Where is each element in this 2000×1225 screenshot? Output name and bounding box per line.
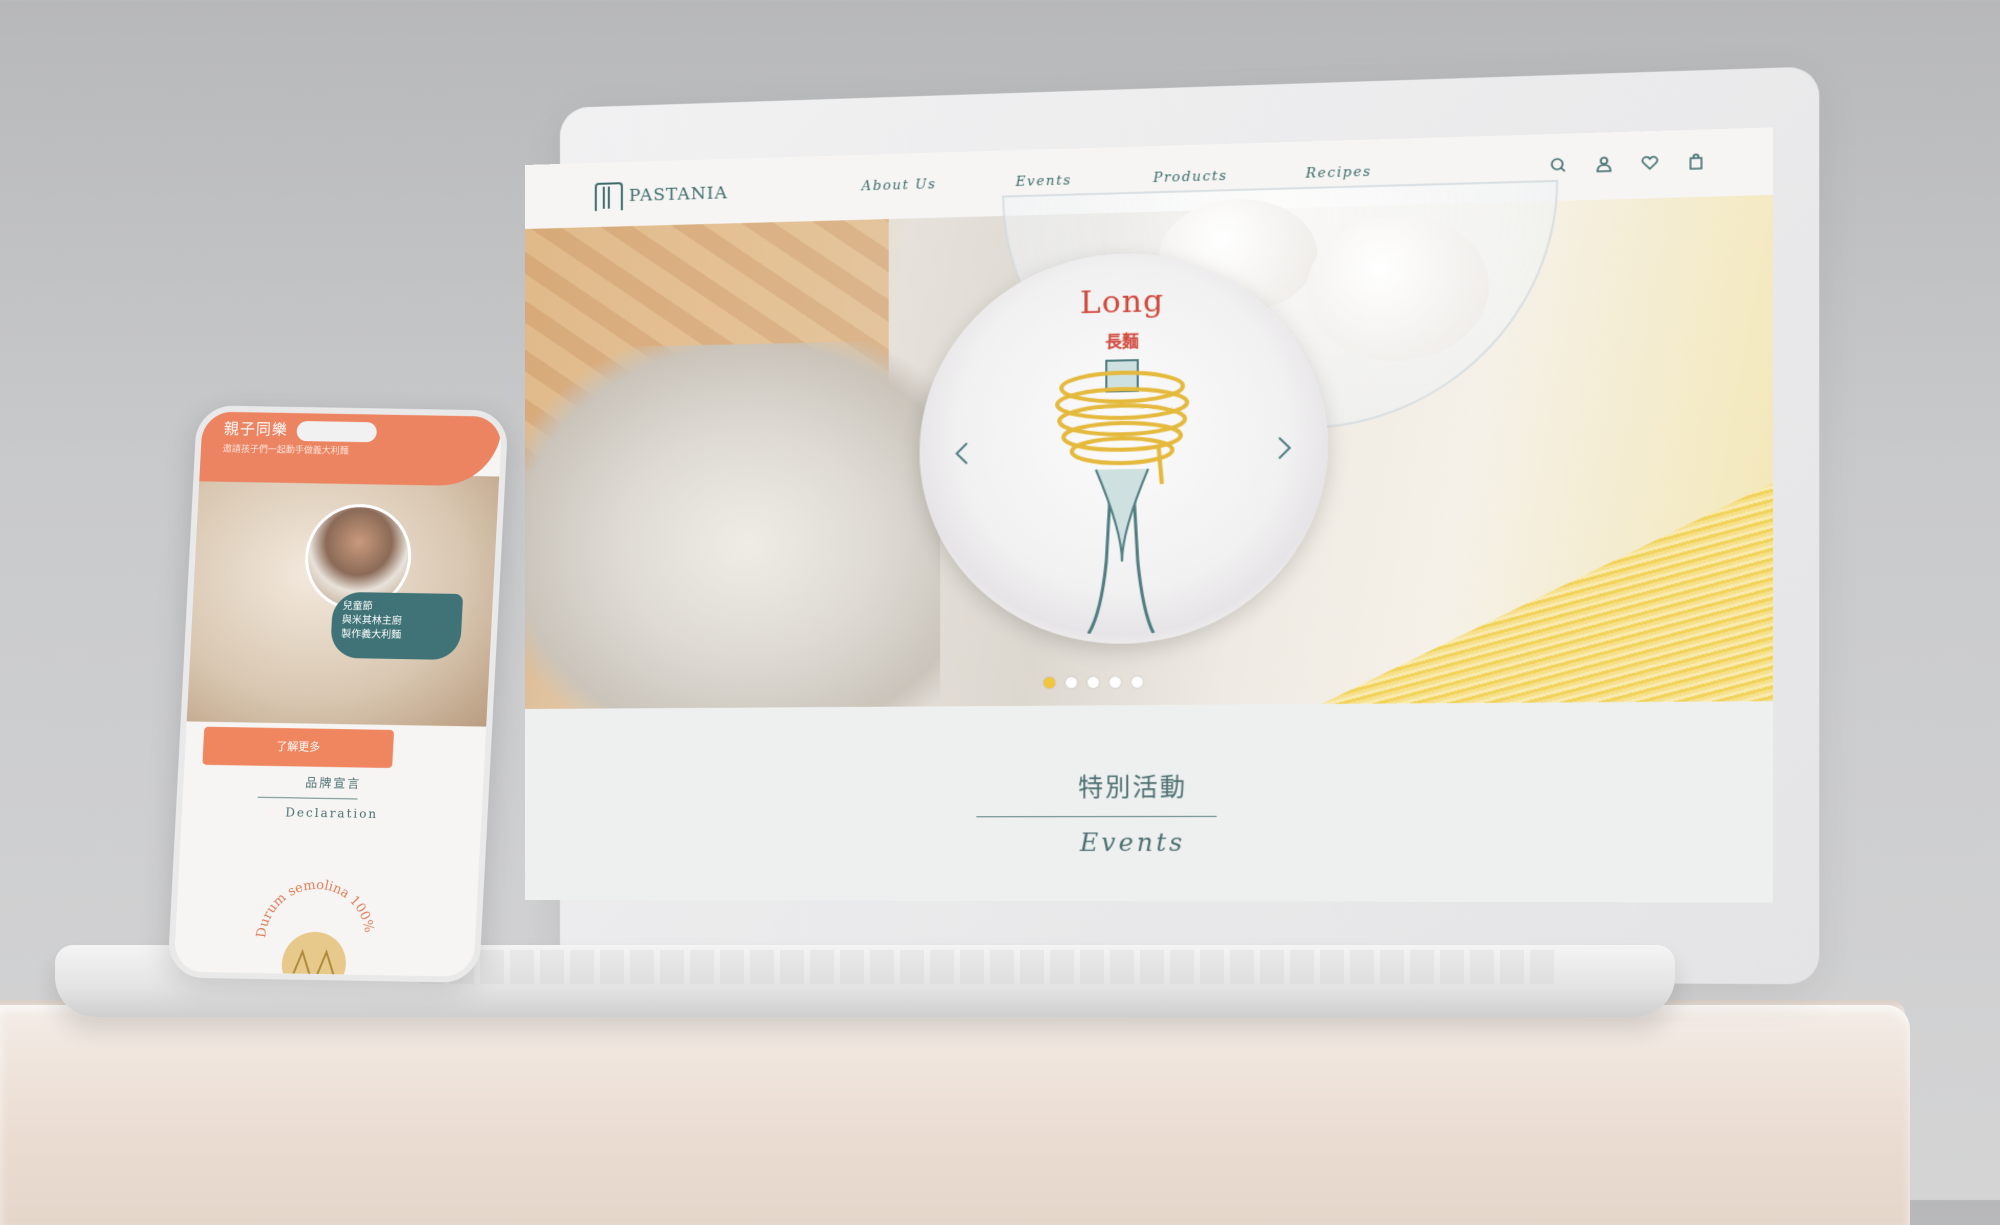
laptop-keyboard xyxy=(420,950,1560,984)
pedestal xyxy=(0,1005,1910,1225)
brand-name: PASTANIA xyxy=(628,183,729,207)
declaration-heading-zh: 品牌宣言 xyxy=(304,775,362,791)
heart-icon[interactable] xyxy=(1639,152,1661,174)
phone-notch xyxy=(296,420,378,443)
hero-carousel: Long 長麵 xyxy=(525,179,1774,710)
carousel-dot[interactable] xyxy=(1087,676,1099,689)
hero-subtitle: 長麵 xyxy=(1105,331,1139,352)
nav-recipes[interactable]: Recipes xyxy=(1264,163,1413,183)
mobile-carousel-dot[interactable] xyxy=(285,731,294,739)
search-icon[interactable] xyxy=(1547,154,1569,176)
mobile-device: 兒童節 與米其林主廚 製作義大利麵 了解更多 親子同樂 邀請孩子們一起動手做義大… xyxy=(167,405,509,983)
events-section: 特別活動 Events xyxy=(525,701,1774,903)
nav-about-us[interactable]: About Us xyxy=(827,176,971,195)
events-heading-en: Events xyxy=(1079,828,1186,858)
declaration-divider xyxy=(257,796,358,800)
badge-text: Durum semolina 100% xyxy=(254,877,379,941)
events-divider xyxy=(976,815,1217,818)
carousel-next-arrow-icon[interactable] xyxy=(1271,435,1296,460)
nav-products[interactable]: Products xyxy=(1117,168,1264,188)
mobile-header: 親子同樂 邀請孩子們一起動手做義大利麵 xyxy=(199,411,503,487)
fork-spaghetti-icon xyxy=(1049,355,1196,634)
nav-events[interactable]: Events xyxy=(971,172,1117,192)
hero-title: Long xyxy=(1079,283,1165,322)
carousel-dot[interactable] xyxy=(1043,677,1056,689)
events-heading-zh: 特別活動 xyxy=(1078,772,1188,802)
svg-text:Durum semolina 100%: Durum semolina 100% xyxy=(254,877,379,941)
carousel-prev-arrow-icon[interactable] xyxy=(950,441,975,466)
mobile-carousel-dots xyxy=(285,731,309,739)
brand-logo[interactable]: PASTANIA xyxy=(594,179,729,212)
declaration-heading-en: Declaration xyxy=(284,805,379,821)
durum-semolina-badge-icon: Durum semolina 100% xyxy=(254,877,379,977)
header-icons xyxy=(1547,150,1707,176)
carousel-dot[interactable] xyxy=(1131,676,1143,688)
hero-plate: Long 長麵 xyxy=(919,248,1329,646)
flour-pile xyxy=(525,339,941,710)
logo-mark-icon xyxy=(594,182,623,212)
mobile-carousel-dot[interactable] xyxy=(300,731,309,739)
carousel-dot[interactable] xyxy=(1109,676,1121,688)
mobile-header-title: 親子同樂 xyxy=(223,419,289,439)
carousel-dot[interactable] xyxy=(1065,676,1078,689)
user-icon[interactable] xyxy=(1593,153,1615,175)
cart-icon[interactable] xyxy=(1685,150,1707,172)
carousel-dots xyxy=(1043,676,1143,689)
mobile-hero-photo: 兒童節 與米其林主廚 製作義大利麵 了解更多 xyxy=(186,471,500,769)
mobile-header-subtitle: 邀請孩子們一起動手做義大利麵 xyxy=(222,444,349,457)
mobile-event-bubble: 兒童節 與米其林主廚 製作義大利麵 xyxy=(329,591,464,661)
mobile-screen: 兒童節 與米其林主廚 製作義大利麵 了解更多 親子同樂 邀請孩子們一起動手做義大… xyxy=(173,411,503,977)
laptop-screen: PASTANIA About Us Events Products Recipe… xyxy=(525,127,1774,903)
